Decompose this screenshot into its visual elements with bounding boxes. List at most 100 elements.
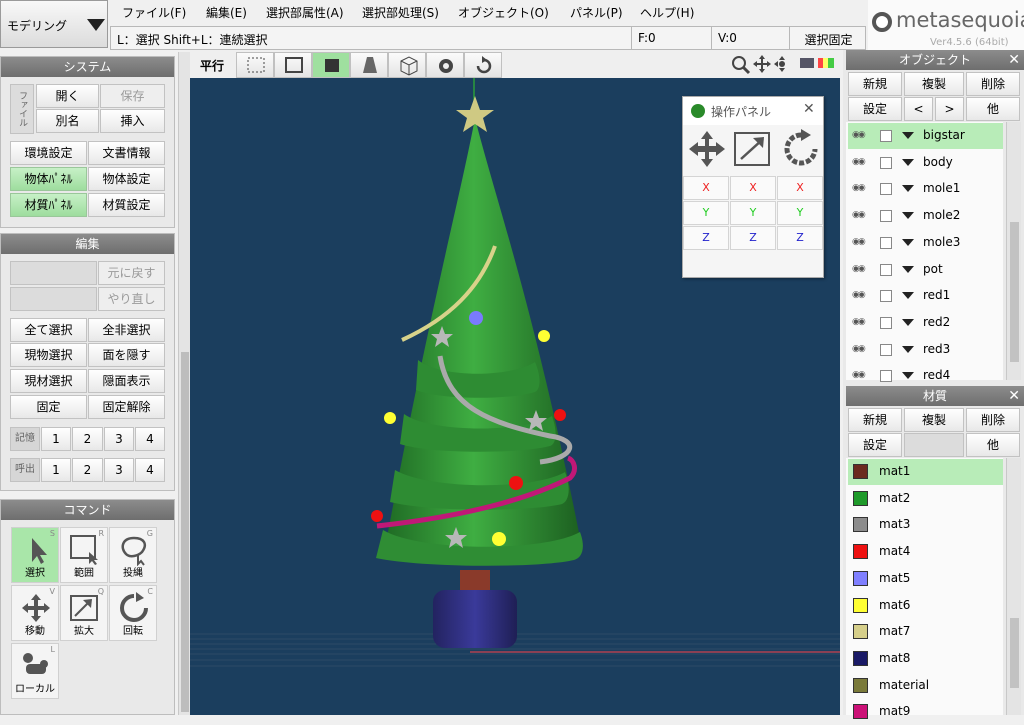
- chevron-down-icon[interactable]: [902, 158, 914, 166]
- undo-button[interactable]: 元に戻す: [98, 261, 165, 285]
- object-row[interactable]: ◉◉ mole3: [848, 230, 1003, 256]
- view-vertex-button[interactable]: [236, 52, 274, 78]
- object-row[interactable]: ◉◉ red3: [848, 337, 1003, 363]
- visibility-eye-icon[interactable]: ◉◉: [852, 157, 866, 167]
- zoom-icon[interactable]: [730, 54, 752, 76]
- lock-checkbox[interactable]: [880, 210, 892, 223]
- op-move-y[interactable]: Y: [683, 201, 729, 225]
- recall-slot-1[interactable]: 1: [41, 458, 71, 482]
- object-panel-toggle[interactable]: 物体ﾊﾟﾈﾙ: [10, 167, 87, 191]
- material-other-button[interactable]: 他: [966, 433, 1020, 457]
- rect-select-tool[interactable]: R 範囲: [60, 527, 108, 583]
- scale-tool[interactable]: Q 拡大: [60, 585, 108, 641]
- menu-help[interactable]: ヘルプ(H): [640, 4, 694, 21]
- visibility-eye-icon[interactable]: ◉◉: [852, 183, 866, 193]
- material-row[interactable]: mat5: [848, 566, 1003, 592]
- environment-settings-button[interactable]: 環境設定: [10, 141, 87, 165]
- prev-object-button[interactable]: <: [904, 97, 933, 121]
- object-settings-button[interactable]: 物体設定: [88, 167, 165, 191]
- memory-slot-1[interactable]: 1: [41, 427, 71, 451]
- chevron-down-icon[interactable]: [902, 132, 914, 139]
- selection-fix-button[interactable]: 選択固定: [789, 27, 867, 49]
- delete-material-button[interactable]: 削除: [966, 408, 1020, 432]
- duplicate-material-button[interactable]: 複製: [904, 408, 964, 432]
- visibility-eye-icon[interactable]: ◉◉: [852, 264, 866, 274]
- material-row[interactable]: material: [848, 673, 1003, 699]
- next-object-button[interactable]: >: [935, 97, 964, 121]
- object-row[interactable]: ◉◉ mole2: [848, 203, 1003, 229]
- menu-file[interactable]: ファイル(F): [122, 4, 186, 21]
- visibility-eye-icon[interactable]: ◉◉: [852, 290, 866, 300]
- view-wire-button[interactable]: [274, 52, 312, 78]
- chevron-down-icon[interactable]: [902, 345, 914, 353]
- memory-slot-2[interactable]: 2: [72, 427, 103, 451]
- chevron-down-icon[interactable]: [902, 318, 914, 326]
- object-row[interactable]: ◉◉ red1: [848, 283, 1003, 309]
- hide-faces-button[interactable]: 面を隠す: [88, 343, 165, 367]
- material-row[interactable]: mat7: [848, 619, 1003, 645]
- view-refresh-button[interactable]: [464, 52, 502, 78]
- visibility-eye-icon[interactable]: ◉◉: [852, 317, 866, 327]
- object-row[interactable]: ◉◉ body: [848, 150, 1003, 176]
- visibility-eye-icon[interactable]: ◉◉: [852, 237, 866, 247]
- op-move-button[interactable]: [685, 129, 729, 169]
- op-rotate-y[interactable]: Y: [777, 201, 823, 225]
- new-object-button[interactable]: 新規: [848, 72, 902, 96]
- lock-checkbox[interactable]: [880, 263, 892, 276]
- move-tool[interactable]: V 移動: [11, 585, 59, 641]
- material-row[interactable]: mat1: [848, 459, 1003, 485]
- material-panel-toggle[interactable]: 材質ﾊﾟﾈﾙ: [10, 193, 87, 217]
- object-row[interactable]: ◉◉ bigstar: [848, 123, 1003, 149]
- material-settings-button[interactable]: 設定: [848, 433, 902, 457]
- lock-checkbox[interactable]: [880, 316, 892, 329]
- insert-button[interactable]: 挿入: [100, 109, 165, 133]
- material-row[interactable]: mat4: [848, 539, 1003, 565]
- op-move-z[interactable]: Z: [683, 226, 729, 250]
- lock-checkbox[interactable]: [880, 343, 892, 356]
- fix-button[interactable]: 固定: [10, 395, 87, 419]
- material-list-scrollbar[interactable]: [1006, 458, 1021, 715]
- memory-slot-4[interactable]: 4: [135, 427, 165, 451]
- left-panel-scrollbar[interactable]: [178, 52, 190, 715]
- close-icon[interactable]: ✕: [803, 101, 815, 117]
- chevron-down-icon[interactable]: [902, 185, 914, 193]
- lock-checkbox[interactable]: [880, 183, 892, 196]
- new-material-button[interactable]: 新規: [848, 408, 902, 432]
- op-rotate-x[interactable]: X: [777, 176, 823, 200]
- close-icon[interactable]: ✕: [1008, 386, 1020, 406]
- chevron-down-icon[interactable]: [902, 292, 914, 300]
- chevron-down-icon[interactable]: [902, 212, 914, 220]
- view-texture-button[interactable]: [350, 52, 388, 78]
- document-info-button[interactable]: 文書情報: [88, 141, 165, 165]
- menu-selection-attr[interactable]: 選択部属性(A): [266, 4, 344, 21]
- recall-slot-4[interactable]: 4: [135, 458, 165, 482]
- object-row[interactable]: ◉◉ pot: [848, 257, 1003, 283]
- material-row[interactable]: mat9: [848, 699, 1003, 725]
- rotate-tool[interactable]: C 回転: [109, 585, 157, 641]
- select-tool[interactable]: S 選択: [11, 527, 59, 583]
- duplicate-object-button[interactable]: 複製: [904, 72, 964, 96]
- view-settings-button[interactable]: [426, 52, 464, 78]
- chevron-down-icon[interactable]: [902, 238, 914, 246]
- op-scale-z[interactable]: Z: [730, 226, 776, 250]
- object-other-button[interactable]: 他: [966, 97, 1020, 121]
- menu-selection-proc[interactable]: 選択部処理(S): [362, 4, 439, 21]
- open-button[interactable]: 開く: [36, 84, 99, 108]
- object-list-scrollbar[interactable]: [1006, 122, 1021, 380]
- lock-checkbox[interactable]: [880, 156, 892, 169]
- menu-object[interactable]: オブジェクト(O): [458, 4, 549, 21]
- visibility-eye-icon[interactable]: ◉◉: [852, 370, 866, 380]
- display-options-icon[interactable]: [798, 56, 836, 74]
- redo-button[interactable]: やり直し: [98, 287, 165, 311]
- save-button[interactable]: 保存: [100, 84, 165, 108]
- close-icon[interactable]: ✕: [1008, 50, 1020, 70]
- material-settings-button[interactable]: 材質設定: [88, 193, 165, 217]
- lock-checkbox[interactable]: [880, 236, 892, 249]
- mode-selector[interactable]: モデリング: [0, 0, 108, 48]
- view-face-button[interactable]: [312, 52, 350, 78]
- material-row[interactable]: mat6: [848, 593, 1003, 619]
- pan-icon[interactable]: [752, 54, 772, 74]
- lock-checkbox[interactable]: [880, 290, 892, 303]
- delete-object-button[interactable]: 削除: [966, 72, 1020, 96]
- lock-checkbox[interactable]: [880, 370, 892, 383]
